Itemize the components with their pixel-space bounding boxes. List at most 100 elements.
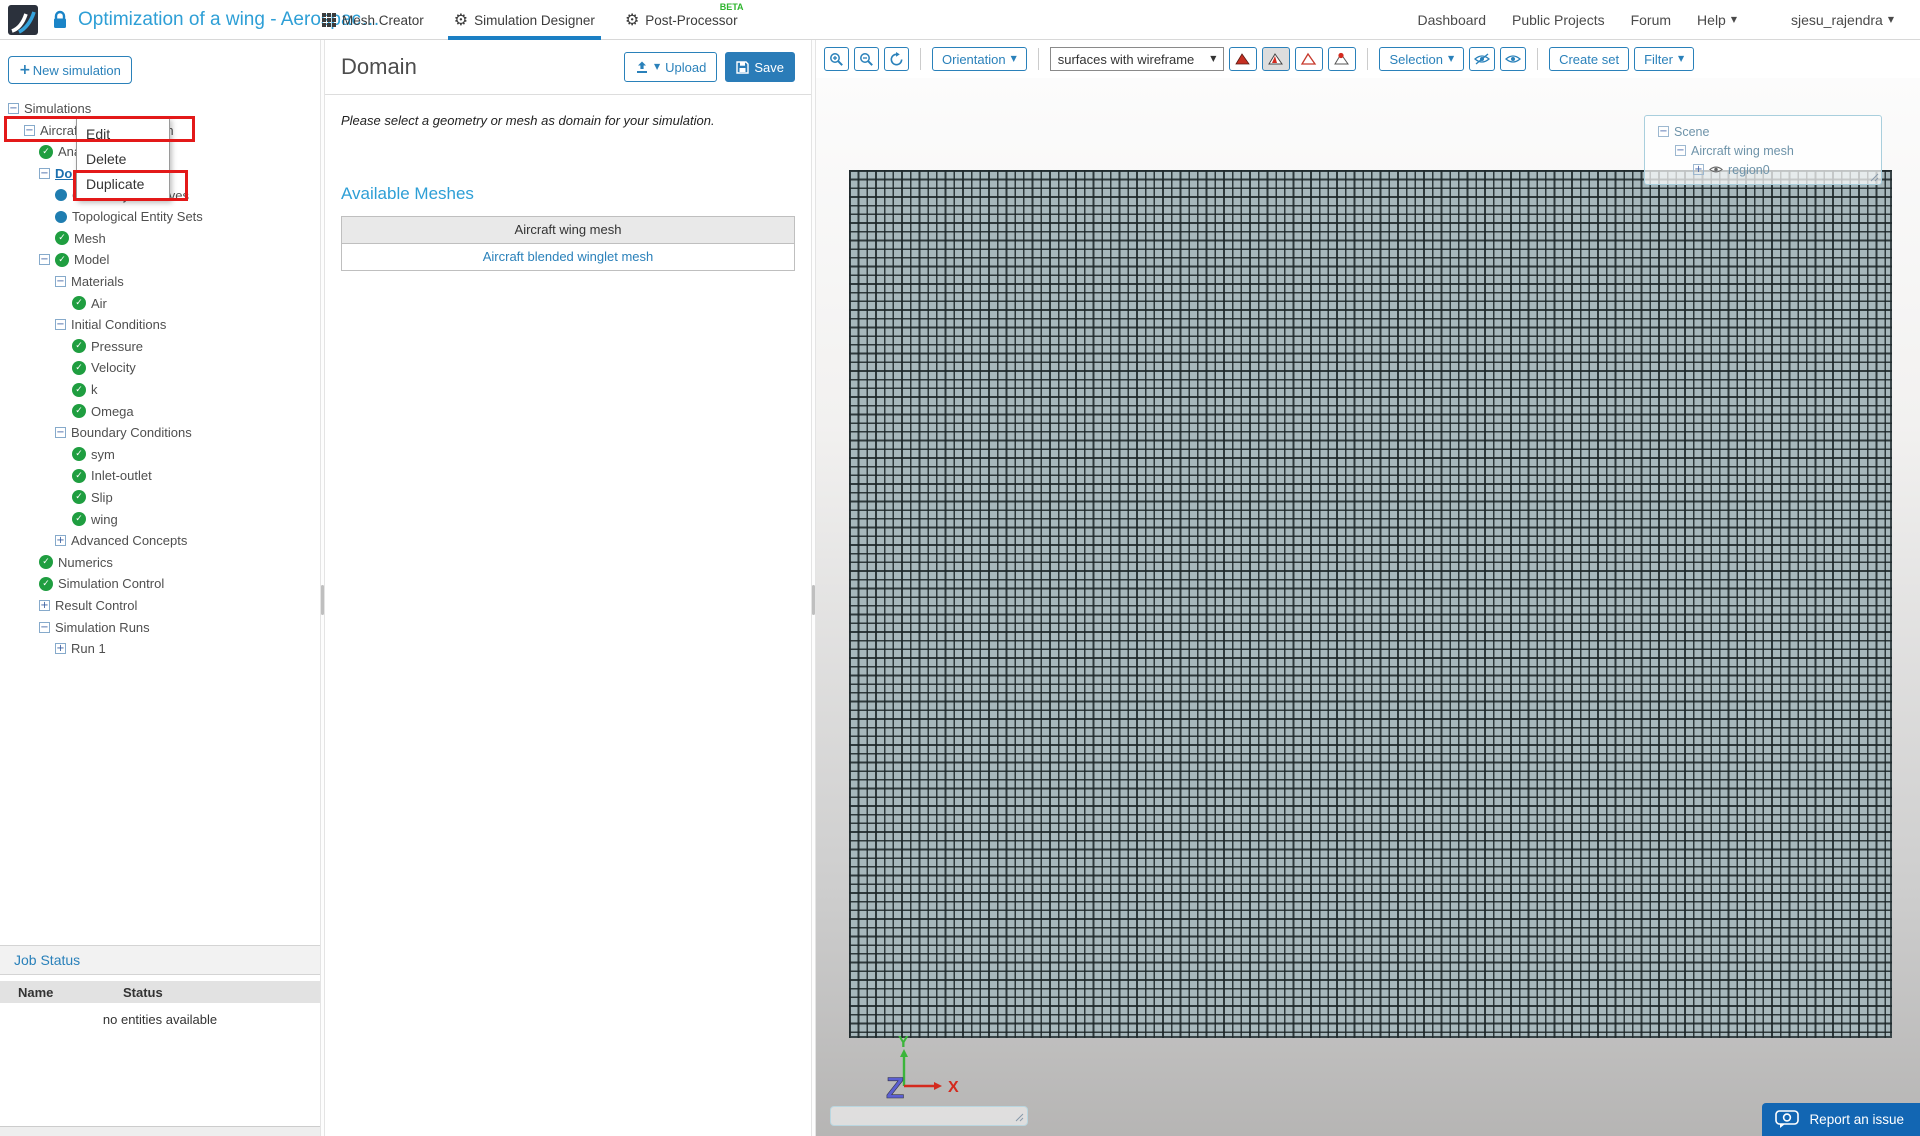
tree-item-slip[interactable]: ✓ Slip xyxy=(0,487,320,509)
collapse-icon[interactable]: − xyxy=(1658,126,1669,137)
check-icon: ✓ xyxy=(55,231,69,246)
tree-item-materials[interactable]: − Materials xyxy=(0,271,320,293)
dot-icon xyxy=(55,210,67,223)
tree-item-inlet-outlet[interactable]: ✓ Inlet-outlet xyxy=(0,465,320,487)
tree-item-advanced-concepts[interactable]: + Advanced Concepts xyxy=(0,530,320,552)
zoom-in-button[interactable] xyxy=(824,47,849,71)
mesh-quality-solid-button[interactable] xyxy=(1229,47,1258,71)
new-simulation-button[interactable]: + New simulation xyxy=(8,56,132,84)
upload-button[interactable]: ▼ Upload xyxy=(624,52,718,82)
scene-item-scene[interactable]: − Scene xyxy=(1645,122,1881,141)
mesh-list-item-aircraft-wing-mesh[interactable]: Aircraft wing mesh xyxy=(342,217,794,244)
collapse-icon[interactable]: − xyxy=(39,168,50,180)
select-arrow-icon: ▼ xyxy=(1210,54,1217,63)
splitter-handle-icon[interactable] xyxy=(812,585,815,615)
display-mode-select[interactable]: surfaces with wireframe ▼ xyxy=(1049,47,1225,71)
tree-item-simulations[interactable]: − Simulations xyxy=(0,98,320,120)
simscale-logo-icon[interactable] xyxy=(8,4,38,35)
toolbar-separator xyxy=(1537,48,1539,70)
scene-item-region0[interactable]: + region0 xyxy=(1645,160,1881,179)
collapse-icon[interactable]: − xyxy=(55,319,66,331)
user-menu[interactable]: sjesu_rajendra ▼ xyxy=(1791,12,1894,28)
orientation-dropdown[interactable]: Orientation ▼ xyxy=(932,47,1027,71)
hide-selection-button[interactable] xyxy=(1469,47,1496,71)
tree-item-topological-entity-sets[interactable]: Topological Entity Sets xyxy=(0,206,320,228)
tree-item-model[interactable]: − ✓ Model xyxy=(0,249,320,271)
mesh-quality-outline-button[interactable] xyxy=(1295,47,1324,71)
tree-item-numerics[interactable]: ✓ Numerics xyxy=(0,551,320,573)
resize-handle-icon[interactable] xyxy=(1870,173,1879,182)
tab-simulation-designer[interactable]: ⚙ Simulation Designer xyxy=(447,0,602,40)
mesh-list-item-aircraft-blended-winglet-mesh[interactable]: Aircraft blended winglet mesh xyxy=(342,244,794,270)
axis-label-x: X xyxy=(948,1079,959,1096)
expand-icon[interactable]: + xyxy=(39,599,50,611)
tree-item-velocity[interactable]: ✓ Velocity xyxy=(0,357,320,379)
context-menu-edit[interactable]: Edit xyxy=(77,122,169,147)
nav-forum[interactable]: Forum xyxy=(1631,12,1671,28)
nav-public-projects[interactable]: Public Projects xyxy=(1512,12,1605,28)
context-menu-delete[interactable]: Delete xyxy=(77,147,169,172)
save-button[interactable]: Save xyxy=(725,52,795,82)
refresh-view-button[interactable] xyxy=(884,47,909,71)
collapse-icon[interactable]: − xyxy=(24,124,35,136)
visibility-eye-icon[interactable] xyxy=(1709,165,1723,174)
nav-dashboard[interactable]: Dashboard xyxy=(1418,12,1487,28)
tree-item-k[interactable]: ✓ k xyxy=(0,379,320,401)
collapse-icon[interactable]: − xyxy=(8,103,19,115)
tree-item-result-control[interactable]: + Result Control xyxy=(0,595,320,617)
report-issue-button[interactable]: Report an issue xyxy=(1762,1103,1920,1136)
mesh-render-canvas[interactable] xyxy=(849,170,1892,1038)
expand-icon[interactable]: + xyxy=(55,643,66,655)
gears-icon: ⚙ xyxy=(453,10,469,29)
chevron-down-icon: ▼ xyxy=(654,62,661,71)
tree-item-omega[interactable]: ✓ Omega xyxy=(0,400,320,422)
tab-mesh-creator[interactable]: Mesh Creator xyxy=(322,0,424,40)
check-icon: ✓ xyxy=(72,468,86,483)
axis-label-z: Z xyxy=(886,1072,904,1105)
zoom-fit-button[interactable] xyxy=(854,47,879,71)
context-menu-duplicate[interactable]: Duplicate xyxy=(77,172,169,197)
viewport-info-bar[interactable] xyxy=(830,1106,1028,1126)
splitter-handle-icon[interactable] xyxy=(321,585,324,615)
job-status-title: Job Status xyxy=(0,945,320,975)
check-icon: ✓ xyxy=(72,339,86,354)
scene-item-aircraft-wing-mesh[interactable]: − Aircraft wing mesh xyxy=(1645,141,1881,160)
nav-help-menu[interactable]: Help ▼ xyxy=(1697,12,1737,28)
beta-badge: BETA xyxy=(719,2,744,12)
mesh-quality-partial-button[interactable] xyxy=(1262,47,1291,71)
check-icon: ✓ xyxy=(72,360,86,375)
collapse-icon[interactable]: − xyxy=(1675,145,1686,156)
collapse-icon[interactable]: − xyxy=(39,621,50,633)
collapse-icon[interactable]: − xyxy=(39,254,50,266)
mesh-quality-node-button[interactable] xyxy=(1328,47,1357,71)
tree-item-simulation-runs[interactable]: − Simulation Runs xyxy=(0,616,320,638)
tree-item-boundary-conditions[interactable]: − Boundary Conditions xyxy=(0,422,320,444)
toolbar-separator xyxy=(1367,48,1369,70)
tree-item-simulation-control[interactable]: ✓ Simulation Control xyxy=(0,573,320,595)
collapse-icon[interactable]: − xyxy=(55,276,66,288)
expand-icon[interactable]: + xyxy=(1693,164,1704,175)
job-status-panel: Job Status Name Status no entities avail… xyxy=(0,945,320,1027)
resize-handle-icon[interactable] xyxy=(1015,1113,1024,1122)
check-icon: ✓ xyxy=(72,382,86,397)
expand-icon[interactable]: + xyxy=(55,535,66,547)
tree-item-initial-conditions[interactable]: − Initial Conditions xyxy=(0,314,320,336)
toolbar-separator xyxy=(920,48,921,70)
viewport-3d[interactable]: Orientation ▼ surfaces with wireframe ▼ xyxy=(816,40,1920,1136)
tree-item-pressure[interactable]: ✓ Pressure xyxy=(0,336,320,358)
viewport-toolbar: Orientation ▼ surfaces with wireframe ▼ xyxy=(816,40,1920,78)
filter-dropdown[interactable]: Filter ▼ xyxy=(1634,47,1695,71)
tree-item-air[interactable]: ✓ Air xyxy=(0,292,320,314)
selection-dropdown[interactable]: Selection ▼ xyxy=(1379,47,1465,71)
tab-post-processor[interactable]: ⚙ Post-Processor BETA xyxy=(625,0,744,40)
tree-item-mesh[interactable]: ✓ Mesh xyxy=(0,228,320,250)
job-status-table: Name Status no entities available xyxy=(0,981,320,1027)
tree-item-wing[interactable]: ✓ wing xyxy=(0,508,320,530)
chevron-down-icon: ▼ xyxy=(1447,54,1455,63)
tree-item-run-1[interactable]: + Run 1 xyxy=(0,638,320,660)
collapse-icon[interactable]: − xyxy=(55,427,66,439)
show-selection-button[interactable] xyxy=(1500,47,1527,71)
create-set-button[interactable]: Create set xyxy=(1549,47,1630,71)
tree-item-sym[interactable]: ✓ sym xyxy=(0,444,320,466)
chevron-down-icon: ▼ xyxy=(1887,14,1894,24)
